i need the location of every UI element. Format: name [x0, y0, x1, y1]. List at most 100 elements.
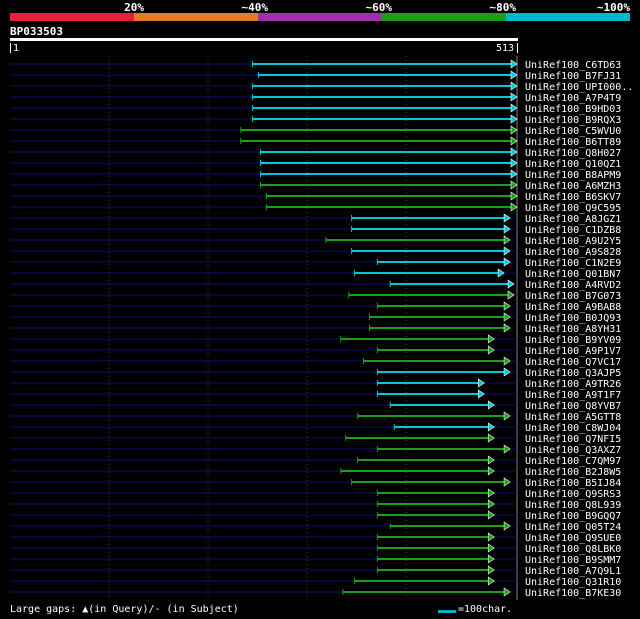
hit-arrow-icon: [503, 235, 511, 245]
hit-label[interactable]: UniRef100_Q10QZ1: [525, 159, 621, 170]
hit-arrow-icon: [487, 455, 495, 465]
hit-arrow-icon: [507, 279, 515, 289]
hit-arrow-icon: [503, 257, 511, 267]
hit-arrow-icon: [487, 466, 495, 476]
hit-label[interactable]: UniRef100_A8JGZ1: [525, 214, 621, 225]
hit-arrow-icon: [510, 70, 518, 80]
hit-label[interactable]: UniRef100_Q7VC17: [525, 357, 621, 368]
hit-arrow-icon: [510, 92, 518, 102]
hit-label[interactable]: UniRef100_C6TD63: [525, 60, 621, 71]
hit-label[interactable]: UniRef100_Q01BN7: [525, 269, 621, 280]
hit-label[interactable]: UniRef100_B7G073: [525, 291, 621, 302]
hit-arrow-icon: [487, 400, 495, 410]
hit-label[interactable]: UniRef100_A9P1V7: [525, 346, 621, 357]
hit-arrow-icon: [510, 169, 518, 179]
hit-arrow-icon: [503, 312, 511, 322]
hit-label[interactable]: UniRef100_A4RVD2: [525, 280, 621, 291]
hit-arrow-icon: [510, 191, 518, 201]
hit-label[interactable]: UniRef100_Q3AXZ7: [525, 445, 621, 456]
hit-label[interactable]: UniRef100_B6TT89: [525, 137, 621, 148]
hit-arrow-icon: [503, 477, 511, 487]
hit-label[interactable]: UniRef100_B7FJ31: [525, 71, 621, 82]
hit-arrow-icon: [510, 125, 518, 135]
gaps-legend: Large gaps: ▲(in Query)/- (in Subject): [10, 604, 239, 615]
hit-label[interactable]: UniRef100_UPI000..: [525, 82, 633, 93]
hit-arrow-icon: [503, 213, 511, 223]
hit-label[interactable]: UniRef100_C1DZB8: [525, 225, 621, 236]
hit-arrow-icon: [497, 268, 505, 278]
hit-label[interactable]: UniRef100_B9GQQ7: [525, 511, 621, 522]
hit-label[interactable]: UniRef100_Q3AJP5: [525, 368, 621, 379]
hit-arrow-icon: [510, 202, 518, 212]
hit-label[interactable]: UniRef100_B9HD03: [525, 104, 621, 115]
hit-label[interactable]: UniRef100_Q8LBK0: [525, 544, 621, 555]
hit-label[interactable]: UniRef100_B6SKV7: [525, 192, 621, 203]
hit-arrow-icon: [510, 136, 518, 146]
hit-label[interactable]: UniRef100_B9SMM7: [525, 555, 621, 566]
hit-arrow-icon: [507, 290, 515, 300]
hit-label[interactable]: UniRef100_A9T1F7: [525, 390, 621, 401]
hit-label[interactable]: UniRef100_Q9SRS3: [525, 489, 621, 500]
hit-arrow-icon: [503, 224, 511, 234]
hit-arrow-icon: [510, 103, 518, 113]
hit-label[interactable]: UniRef100_B0JQ93: [525, 313, 621, 324]
hit-arrow-icon: [510, 147, 518, 157]
hit-arrow-icon: [478, 389, 485, 399]
hit-label[interactable]: UniRef100_Q8H027: [525, 148, 621, 159]
hit-label[interactable]: UniRef100_Q31R10: [525, 577, 621, 588]
hit-arrow-icon: [503, 444, 511, 454]
hit-label[interactable]: UniRef100_A6MZH3: [525, 181, 621, 192]
hit-label[interactable]: UniRef100_B9RQX3: [525, 115, 621, 126]
hit-arrow-icon: [503, 301, 511, 311]
hit-arrow-icon: [510, 158, 518, 168]
hit-arrow-icon: [487, 488, 495, 498]
hit-label[interactable]: UniRef100_B8APM9: [525, 170, 621, 181]
hit-arrow-icon: [510, 180, 518, 190]
hit-label[interactable]: UniRef100_B2J8W5: [525, 467, 621, 478]
hit-label[interactable]: UniRef100_Q9SUE0: [525, 533, 621, 544]
hit-arrow-icon: [487, 554, 495, 564]
hit-label[interactable]: UniRef100_A7Q9L1: [525, 566, 621, 577]
hit-label[interactable]: UniRef100_Q8L939: [525, 500, 621, 511]
hit-label[interactable]: UniRef100_C5WVU0: [525, 126, 621, 137]
hit-arrow-icon: [487, 499, 495, 509]
hit-arrow-icon: [503, 246, 511, 256]
hit-label[interactable]: UniRef100_A7P4T9: [525, 93, 621, 104]
hit-arrow-icon: [503, 367, 511, 377]
hit-arrow-icon: [510, 114, 518, 124]
hit-arrow-icon: [503, 356, 511, 366]
hit-label[interactable]: UniRef100_A9S828: [525, 247, 621, 258]
hit-label[interactable]: UniRef100_A5GTT8: [525, 412, 621, 423]
hit-label[interactable]: UniRef100_B7KE30: [525, 588, 621, 599]
hit-label[interactable]: UniRef100_Q8YVB7: [525, 401, 621, 412]
hit-label[interactable]: UniRef100_Q05T24: [525, 522, 621, 533]
hit-label[interactable]: UniRef100_B9YV09: [525, 335, 621, 346]
hit-arrow-icon: [478, 378, 485, 388]
hit-arrow-icon: [503, 411, 511, 421]
hit-arrow-icon: [487, 532, 495, 542]
hit-arrow-icon: [503, 587, 511, 597]
hit-label[interactable]: UniRef100_A9U2Y5: [525, 236, 621, 247]
hit-label[interactable]: UniRef100_A9TR26: [525, 379, 621, 390]
hit-arrow-icon: [487, 433, 495, 443]
hit-arrow-icon: [487, 334, 495, 344]
hit-label[interactable]: UniRef100_C1N2E9: [525, 258, 621, 269]
hit-label[interactable]: UniRef100_Q7NFI5: [525, 434, 621, 445]
hit-arrow-icon: [510, 59, 518, 69]
hit-arrow-icon: [487, 576, 495, 586]
hit-arrow-icon: [487, 422, 495, 432]
hit-arrow-icon: [487, 543, 495, 553]
hit-label[interactable]: UniRef100_B5IJ84: [525, 478, 621, 489]
hit-label[interactable]: UniRef100_A9BAB8: [525, 302, 621, 313]
hit-arrow-icon: [487, 510, 495, 520]
hit-label[interactable]: UniRef100_A8YH31: [525, 324, 621, 335]
hit-label[interactable]: UniRef100_C8WJ04: [525, 423, 621, 434]
hit-label[interactable]: UniRef100_C7QM97: [525, 456, 621, 467]
scale-text: =100char.: [458, 604, 513, 615]
hit-arrow-icon: [503, 521, 511, 531]
hit-arrow-icon: [487, 345, 495, 355]
hit-graph: UniRef100_C6TD63UniRef100_B7FJ31UniRef10…: [10, 56, 633, 600]
hit-arrow-icon: [487, 565, 495, 575]
hit-label[interactable]: UniRef100_Q9C595: [525, 203, 621, 214]
hit-arrow-icon: [503, 323, 511, 333]
